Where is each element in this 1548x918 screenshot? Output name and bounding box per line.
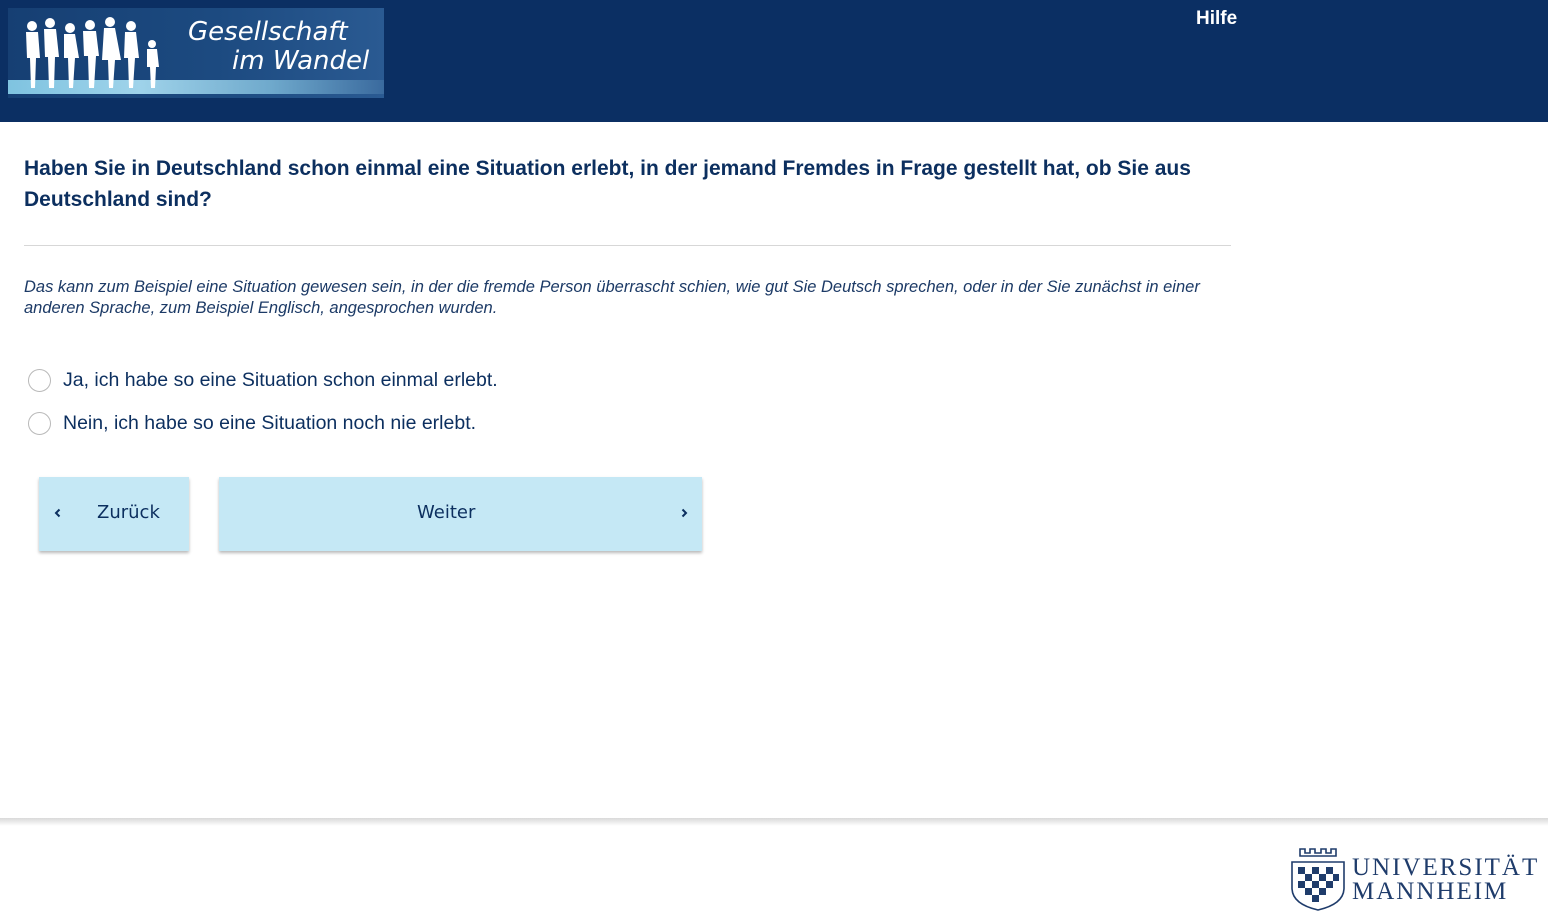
radio-button-no[interactable] <box>28 412 51 435</box>
back-button-label: Zurück <box>97 502 160 523</box>
next-button[interactable]: Weiter <box>219 477 702 551</box>
question-hint: Das kann zum Beispiel eine Situation gew… <box>24 278 1200 317</box>
logo-text: Gesellschaft im Wandel <box>188 18 378 76</box>
university-name-line1: UNIVERSITÄT <box>1352 854 1540 881</box>
university-crest-icon <box>1291 848 1345 911</box>
university-mannheim-logo: UNIVERSITÄT MANNHEIM <box>1286 840 1540 914</box>
answer-option-no[interactable]: Nein, ich habe so eine Situation noch ni… <box>28 412 476 435</box>
people-silhouettes-icon <box>26 17 159 88</box>
answer-label-yes: Ja, ich habe so eine Situation schon ein… <box>63 369 498 391</box>
question-title: Haben Sie in Deutschland schon einmal ei… <box>24 157 1191 211</box>
footer-divider <box>0 818 1548 826</box>
logo-text-line1: Gesellschaft <box>188 17 348 47</box>
header-bar: Gesellschaft im Wandel Hilfe <box>0 0 1548 122</box>
chevron-right-icon <box>681 508 688 518</box>
divider <box>24 245 1231 246</box>
radio-button-yes[interactable] <box>28 369 51 392</box>
back-button[interactable]: Zurück <box>39 477 189 551</box>
logo-text-line2: im Wandel <box>232 46 370 76</box>
gesellschaft-im-wandel-logo: Gesellschaft im Wandel <box>8 8 384 98</box>
next-button-label: Weiter <box>417 502 476 523</box>
answer-label-no: Nein, ich habe so eine Situation noch ni… <box>63 412 477 434</box>
university-name-line2: MANNHEIM <box>1352 878 1509 905</box>
university-name: UNIVERSITÄT MANNHEIM <box>1352 854 1540 905</box>
answer-option-yes[interactable]: Ja, ich habe so eine Situation schon ein… <box>28 369 498 392</box>
help-link[interactable]: Hilfe <box>1196 8 1237 30</box>
chevron-left-icon <box>54 508 61 518</box>
